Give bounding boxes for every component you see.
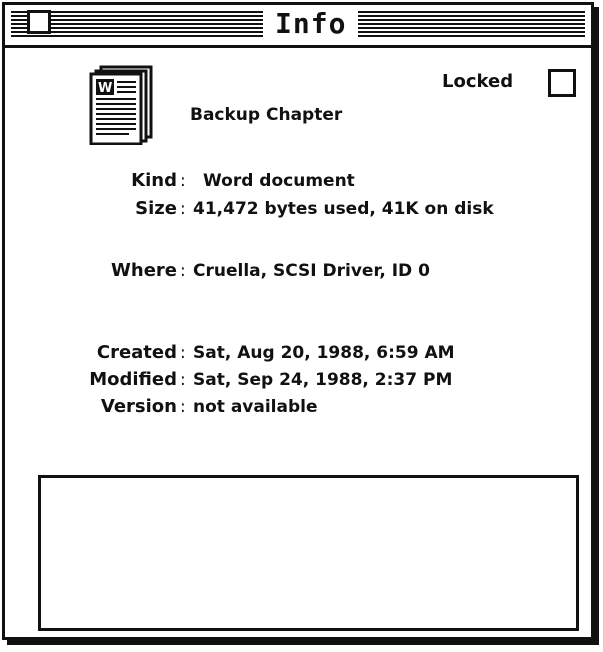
locked-label: Locked: [442, 71, 514, 92]
created-value: Sat, Aug 20, 1988, 6:59 AM: [193, 343, 455, 363]
where-label: Where: [111, 260, 177, 281]
size-value: 41,472 bytes used, 41K on disk: [193, 199, 494, 219]
window-title: Info: [275, 7, 347, 40]
modified-label: Modified: [89, 369, 177, 390]
info-window: Info W Backup Chapter Locked Kind: Word…: [2, 2, 594, 640]
kind-label: Kind: [131, 170, 177, 191]
close-box[interactable]: [27, 10, 51, 34]
comments-box[interactable]: [38, 475, 579, 631]
word-document-icon: W: [89, 65, 155, 146]
title-bar[interactable]: Info: [5, 5, 591, 48]
version-label: Version: [100, 396, 177, 417]
locked-checkbox[interactable]: [548, 69, 576, 97]
where-value: Cruella, SCSI Driver, ID 0: [193, 261, 430, 281]
modified-value: Sat, Sep 24, 1988, 2:37 PM: [193, 370, 453, 390]
version-value: not available: [193, 397, 318, 417]
svg-text:W: W: [98, 81, 112, 96]
created-label: Created: [96, 342, 177, 363]
window-title-container: Info: [263, 7, 359, 41]
kind-value: Word document: [203, 171, 355, 191]
size-label: Size: [135, 198, 177, 219]
file-name[interactable]: Backup Chapter: [190, 105, 342, 125]
